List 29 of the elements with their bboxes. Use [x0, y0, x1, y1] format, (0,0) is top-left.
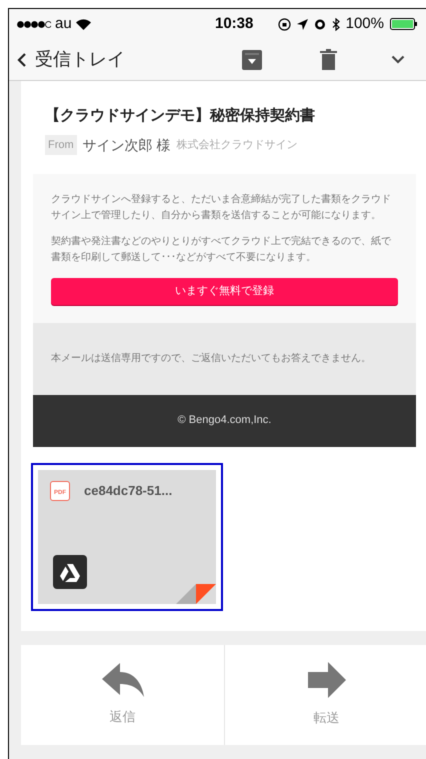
- battery-icon: [390, 18, 418, 30]
- attachment-filename: ce84dc78-51...: [84, 482, 172, 500]
- signal-icon: [17, 20, 51, 28]
- forward-button[interactable]: 転送: [224, 644, 426, 744]
- sender-company: 株式会社クラウドサイン: [176, 138, 298, 153]
- promo-paragraph: クラウドサインへ登録すると、ただいま合意締結が完了した書類をクラウドサイン上で管理したり、自分から書類を送信することが可能になります。: [51, 192, 392, 222]
- promo-paragraph: 契約書や発注書などのやりとりがすべてクラウド上で完結できるので、紙で書類を印刷して郵送して･･･などがすべて不要になります。: [51, 234, 392, 264]
- clock-time: 10:38: [215, 14, 254, 34]
- back-button[interactable]: 受信トレイ: [17, 46, 125, 73]
- corner-fold-icon: [176, 584, 216, 604]
- reply-arrow-icon: [102, 662, 144, 697]
- register-button[interactable]: いますぐ無料で登録: [51, 278, 398, 304]
- drive-icon: [53, 554, 87, 588]
- notice-text: 本メールは送信専用ですので、ご返信いただいてもお答えできません。: [51, 352, 371, 366]
- location-icon: [296, 18, 308, 30]
- wifi-icon: [76, 18, 91, 30]
- bluetooth-icon: [332, 18, 340, 30]
- trash-icon: [320, 49, 336, 70]
- carrier-label: au: [55, 14, 72, 34]
- reply-button[interactable]: 返信: [21, 644, 224, 744]
- from-tag: From: [45, 134, 77, 156]
- chevron-down-icon: [391, 55, 405, 64]
- right-arrow-icon: [308, 662, 346, 698]
- sender-name: サイン次郎 様: [82, 136, 171, 154]
- chevron-left-icon: [17, 52, 27, 68]
- email-subject: 【クラウドサインデモ】秘密保持契約書: [45, 106, 316, 126]
- battery-percent: 100%: [346, 14, 384, 34]
- copyright-text: © Bengo4.com,Inc.: [178, 413, 272, 428]
- archive-icon: [242, 50, 262, 70]
